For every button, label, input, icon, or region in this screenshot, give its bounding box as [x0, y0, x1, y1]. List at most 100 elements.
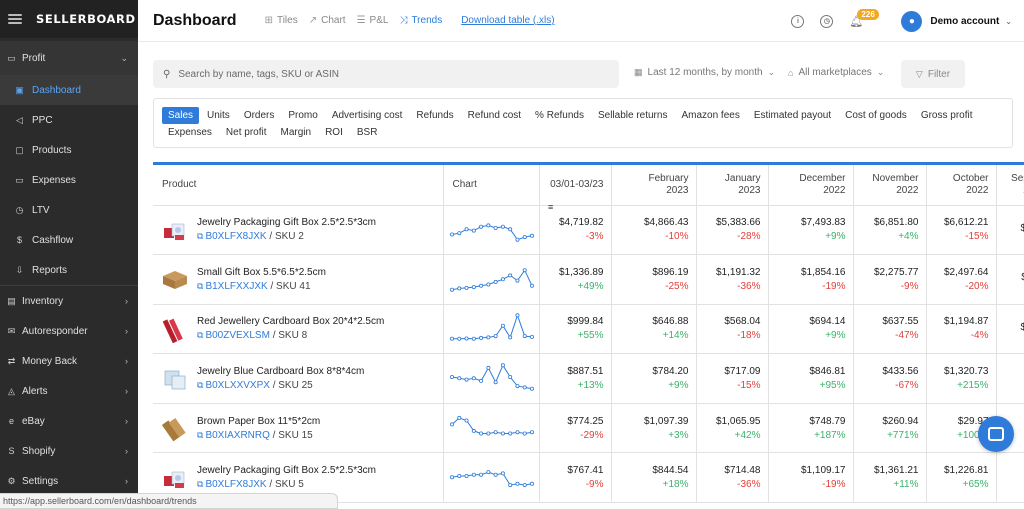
asin-link[interactable]: B00ZVEXLSM	[205, 330, 269, 341]
copy-icon[interactable]: ⧉	[197, 231, 203, 241]
chevron-down-icon[interactable]: ⌄	[1005, 17, 1012, 26]
value-cell: $568.04 -18%	[696, 304, 769, 355]
sidebar-item-shopify[interactable]: S Shopify ›	[0, 436, 138, 466]
copy-icon[interactable]: ⧉	[197, 330, 203, 340]
asin-link[interactable]: B0XLFX8JXK	[205, 479, 266, 490]
product-name[interactable]: Small Gift Box 5.5*6.5*2.5cm	[197, 267, 326, 278]
sidebar-item-inventory[interactable]: ▤ Inventory ›	[0, 286, 138, 316]
asin-link[interactable]: B0XLXXVXPX	[205, 380, 269, 391]
marketplace-select[interactable]: ⌂ All marketplaces ⌄	[788, 67, 884, 78]
sidebar-item-expenses[interactable]: ▭ Expenses	[0, 165, 138, 195]
notifications-bell[interactable]: 🔔︎ 226	[849, 8, 879, 28]
history-clock-icon[interactable]: ◷	[820, 14, 834, 28]
asin-link[interactable]: B0XLFX8JXK	[205, 231, 266, 242]
product-thumbnail[interactable]	[161, 365, 189, 393]
product-thumbnail[interactable]	[161, 315, 189, 343]
sidebar-item-label: Inventory	[22, 295, 64, 307]
change-percent: -25%	[665, 280, 689, 292]
sparkline-point	[514, 482, 519, 487]
product-thumbnail[interactable]	[161, 265, 189, 293]
metric-tab[interactable]: Units	[201, 107, 236, 124]
table-row[interactable]: Jewelry Blue Cardboard Box 8*8*4cm ⧉ B0XLX…	[153, 353, 1024, 404]
sidebar-item-cashflow[interactable]: $ Cashflow	[0, 225, 138, 255]
product-cell: Red Jewellery Cardboard Box 20*4*2.5cm ⧉ B…	[153, 304, 444, 355]
sidebar-item-ppc[interactable]: ◁ PPC	[0, 105, 138, 135]
metric-tab[interactable]: Amazon fees	[675, 107, 745, 124]
metric-tab[interactable]: Orders	[238, 107, 281, 124]
metric-tab[interactable]: Sales	[162, 107, 200, 124]
copy-icon[interactable]: ⧉	[197, 430, 203, 440]
metric-tab[interactable]: Advertising cost	[326, 107, 409, 124]
product-name[interactable]: Brown Paper Box 11*5*2cm	[197, 416, 320, 427]
product-name[interactable]: Jewelry Packaging Gift Box 2.5*2.5*3cm	[197, 217, 376, 228]
metric-tab[interactable]: % Refunds	[529, 107, 590, 124]
sidebar-item-reports[interactable]: ⇩ Reports	[0, 255, 138, 285]
period-column-header[interactable]: 03/01-03/23	[539, 165, 612, 206]
sidebar-item-profit[interactable]: ▭ Profit ⌄	[0, 41, 138, 75]
user-avatar-icon[interactable]: ●	[901, 10, 923, 32]
sparkline-point	[478, 283, 483, 288]
account-name[interactable]: Demo account	[930, 16, 999, 27]
product-name[interactable]: Jewelry Packaging Gift Box 2.5*2.5*3cm	[197, 465, 376, 476]
asin-link[interactable]: B0XIAXRNRQ	[205, 430, 269, 441]
product-thumbnail[interactable]	[161, 414, 189, 442]
search-input[interactable]	[178, 68, 599, 80]
product-name[interactable]: Jewelry Blue Cardboard Box 8*8*4cm	[197, 366, 364, 377]
metric-tab[interactable]: ROI	[319, 124, 349, 141]
metric-tab[interactable]: Gross profit	[915, 107, 979, 124]
metric-tab[interactable]: Refund cost	[462, 107, 527, 124]
column-header-line1: October	[952, 172, 989, 184]
period-column-header[interactable]: February 2023	[611, 165, 697, 206]
period-select[interactable]: ▦ Last 12 months, by month ⌄	[634, 67, 775, 78]
sidebar-item-settings[interactable]: ⚙ Settings ›	[0, 466, 138, 496]
table-row[interactable]: Red Jewellery Cardboard Box 20*4*2.5cm ⧉ B…	[153, 304, 1024, 355]
sidebar-item-money-back[interactable]: ⇄ Money Back ›	[0, 346, 138, 376]
search-bar[interactable]: ⚲	[153, 60, 619, 88]
product-thumbnail[interactable]	[161, 216, 189, 244]
metric-tab[interactable]: Estimated payout	[748, 107, 837, 124]
download-table-link[interactable]: Download table (.xls)	[461, 15, 554, 26]
period-column-header[interactable]: January 2023	[696, 165, 769, 206]
metric-tab[interactable]: Cost of goods	[839, 107, 913, 124]
product-name[interactable]: Red Jewellery Cardboard Box 20*4*2.5cm	[197, 316, 384, 327]
sidebar-item-ltv[interactable]: ◷ LTV	[0, 195, 138, 225]
metric-tab[interactable]: Net profit	[220, 124, 273, 141]
sort-icon[interactable]: ≡	[548, 202, 553, 212]
table-row[interactable]: Jewelry Packaging Gift Box 2.5*2.5*3cm ⧉ B…	[153, 205, 1024, 256]
sidebar-item-autoresponder[interactable]: ✉ Autoresponder ›	[0, 316, 138, 346]
metric-tab[interactable]: BSR	[351, 124, 384, 141]
table-row[interactable]: Small Gift Box 5.5*6.5*2.5cm ⧉ B1XLFXXJXK …	[153, 254, 1024, 305]
sparkline-line	[451, 417, 532, 434]
copy-icon[interactable]: ⧉	[197, 281, 203, 291]
table-row[interactable]: Brown Paper Box 11*5*2cm ⧉ B0XIAXRNRQ / SK…	[153, 403, 1024, 454]
period-column-header[interactable]: November 2022	[853, 165, 927, 206]
copy-icon[interactable]: ⧉	[197, 479, 203, 489]
brand-logo[interactable]: SELLERBOARD	[36, 12, 136, 26]
info-icon[interactable]: i	[791, 14, 805, 28]
sidebar-item-alerts[interactable]: ◬ Alerts ›	[0, 376, 138, 406]
asin-link[interactable]: B1XLFXXJXK	[205, 281, 267, 292]
sidebar-item-products[interactable]: ▢ Products	[0, 135, 138, 165]
metric-tab[interactable]: Margin	[275, 124, 318, 141]
period-column-header[interactable]: December 2022	[768, 165, 854, 206]
metric-tab[interactable]: Refunds	[410, 107, 459, 124]
sidebar-item-dashboard[interactable]: ▣ Dashboard	[0, 75, 138, 105]
tab-pl[interactable]: ☰ P&L	[357, 15, 389, 26]
product-thumbnail[interactable]	[161, 464, 189, 492]
hamburger-menu-icon[interactable]	[8, 14, 22, 24]
tab-label: Chart	[321, 15, 346, 26]
filter-button[interactable]: ▽ Filter	[901, 60, 965, 88]
copy-icon[interactable]: ⧉	[197, 380, 203, 390]
metric-tab[interactable]: Expenses	[162, 124, 218, 141]
period-column-header[interactable]: Septem2022	[996, 165, 1024, 206]
product-column-header[interactable]: Product	[153, 165, 444, 206]
sidebar-item-ebay[interactable]: e eBay ›	[0, 406, 138, 436]
tab-trends[interactable]: ⤨ Trends	[399, 15, 442, 26]
tab-chart[interactable]: ↗ Chart	[309, 15, 346, 26]
metric-tab[interactable]: Sellable returns	[592, 107, 673, 124]
chat-support-button[interactable]	[978, 416, 1014, 452]
tab-tiles[interactable]: ⊞ Tiles	[265, 15, 298, 26]
metric-tab[interactable]: Promo	[282, 107, 323, 124]
period-column-header[interactable]: October 2022	[926, 165, 997, 206]
tab-label: P&L	[369, 15, 389, 26]
